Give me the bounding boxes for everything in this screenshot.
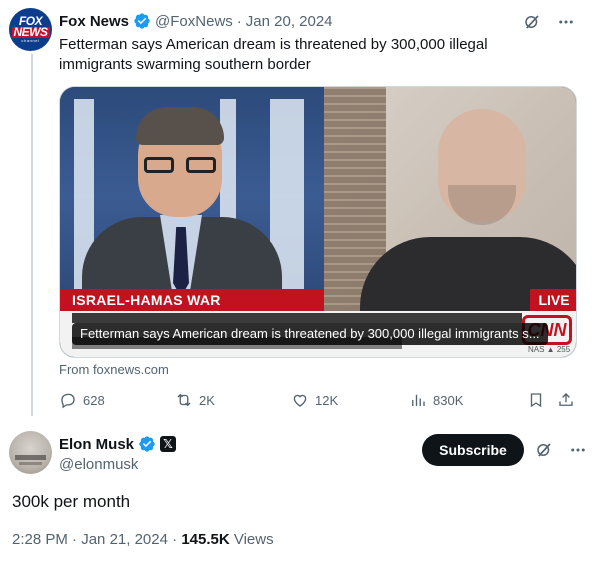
quoted-header: Fox News @FoxNews · Jan 20, 2024	[59, 11, 333, 31]
separator: ·	[72, 531, 78, 548]
lower-third-headline	[72, 313, 522, 323]
elonmusk-avatar[interactable]	[9, 431, 52, 474]
views-count: 830K	[433, 392, 464, 408]
repost-icon	[177, 393, 191, 407]
main-author-row: Elon Musk 𝕏	[59, 434, 177, 454]
post-date[interactable]: Jan 20, 2024	[246, 13, 333, 30]
avatar-text-channel: channel	[21, 37, 40, 43]
like-icon	[293, 394, 307, 407]
more-icon[interactable]	[568, 440, 588, 460]
like-count: 12K	[315, 392, 339, 408]
avatar-text-news: NEWS	[11, 24, 50, 39]
post-date[interactable]: Jan 21, 2024	[81, 531, 168, 548]
author-name[interactable]: Fox News	[59, 13, 129, 30]
anchor-hair	[136, 107, 224, 145]
main-top-actions	[534, 440, 588, 460]
share-button[interactable]	[557, 391, 575, 409]
quoted-action-bar: 628 2K 12K 830K	[59, 388, 577, 412]
share-icon	[559, 393, 573, 406]
media-caption: Fetterman says American dream is threate…	[72, 323, 548, 345]
more-icon[interactable]	[556, 12, 576, 32]
verified-badge-icon	[139, 436, 155, 452]
bookmark-icon	[530, 393, 542, 408]
views-button[interactable]: 830K	[409, 391, 463, 409]
like-button[interactable]: 12K	[291, 391, 338, 409]
ticker: NAS ▲ 255	[528, 345, 571, 354]
views-label: Views	[233, 531, 274, 548]
reply-count: 628	[83, 392, 105, 408]
foxnews-avatar[interactable]: FOX NEWS channel	[9, 8, 52, 51]
news-banner: ISRAEL-HAMAS WAR	[60, 289, 324, 311]
link-source[interactable]: From foxnews.com	[59, 362, 169, 377]
reply-icon	[61, 393, 75, 409]
anchor-glasses	[144, 157, 216, 173]
author-handle[interactable]: @FoxNews	[155, 13, 233, 30]
author-name[interactable]: Elon Musk	[59, 436, 134, 453]
post-time[interactable]: 2:28 PM	[12, 531, 68, 548]
quoted-post-text: Fetterman says American dream is threate…	[59, 36, 488, 73]
grok-icon[interactable]	[522, 12, 542, 32]
repost-count: 2K	[199, 392, 215, 408]
verified-badge-icon	[134, 13, 150, 29]
grok-icon[interactable]	[534, 440, 554, 460]
thread-line	[31, 54, 33, 416]
views-icon	[412, 394, 425, 406]
x-affiliate-icon[interactable]: 𝕏	[160, 436, 177, 452]
repost-button[interactable]: 2K	[175, 391, 215, 409]
quoted-top-actions	[522, 12, 576, 32]
author-handle[interactable]: @elonmusk	[59, 456, 138, 473]
avatar-detail	[15, 455, 46, 460]
subscribe-button[interactable]: Subscribe	[422, 434, 524, 466]
reply-button[interactable]: 628	[59, 391, 105, 409]
avatar-detail	[19, 462, 42, 465]
main-post-text: 300k per month	[12, 492, 131, 511]
views-count[interactable]: 145.5K	[181, 531, 229, 548]
post-meta: 2:28 PM · Jan 21, 2024 · 145.5K Views	[12, 531, 274, 548]
live-badge: LIVE	[530, 289, 576, 311]
bookmark-button[interactable]	[527, 391, 545, 409]
separator: ·	[236, 12, 242, 30]
separator: ·	[172, 531, 178, 548]
video-thumbnail[interactable]: ISRAEL-HAMAS WAR LIVE CNN NAS ▲ 255 Fett…	[59, 86, 577, 358]
